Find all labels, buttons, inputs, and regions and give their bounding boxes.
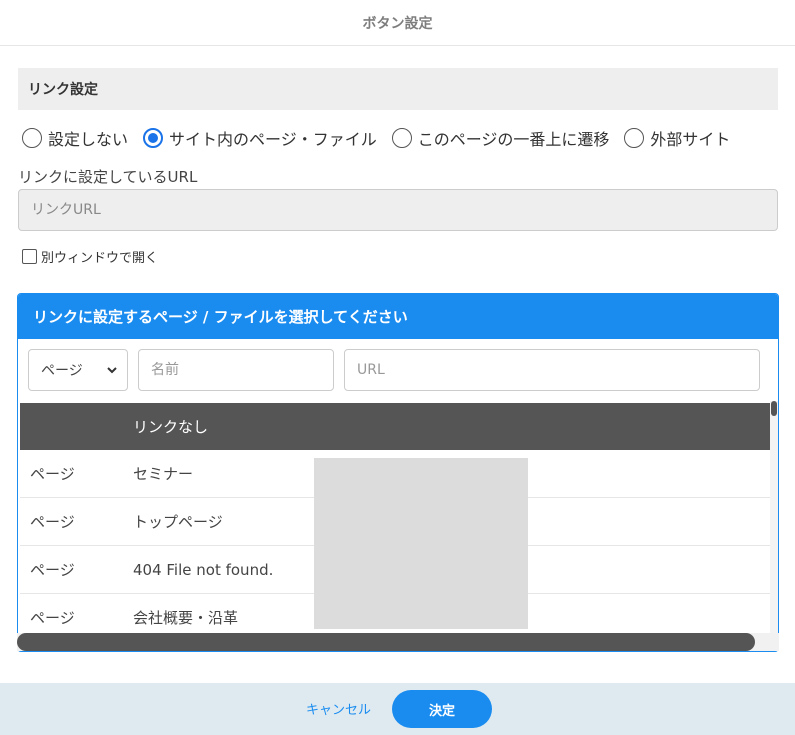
row-name: トップページ [133,513,223,531]
radio-no-link[interactable]: 設定しない [22,126,128,150]
row-name: 404 File not found. [133,560,274,579]
url-filter-input[interactable] [344,349,760,391]
picker-header: リンクに設定するページ / ファイルを選択してください [18,294,778,339]
link-url-field[interactable] [18,189,778,231]
radio-label[interactable]: このページの一番上に遷移 [418,126,610,150]
picker-filters: ページ [28,349,770,391]
dialog-title: ボタン設定 [362,15,433,32]
image-placeholder [314,458,528,629]
radio-external-site[interactable]: 外部サイト [624,126,730,150]
row-name: 会社概要・沿革 [133,609,239,627]
dialog-header: ボタン設定 [0,0,795,46]
section-title: リンク設定 [28,82,98,98]
new-window-option[interactable]: 別ウィンドウで開く [22,247,158,266]
picker-title: リンクに設定するページ / ファイルを選択してください [33,308,408,326]
name-filter-input[interactable] [138,349,334,391]
scrollbar-thumb[interactable] [771,401,777,416]
scrollbar-thumb[interactable] [17,633,755,651]
row-name: リンクなし [133,418,209,436]
new-window-label[interactable]: 別ウィンドウで開く [41,247,158,266]
radio-label[interactable]: サイト内のページ・ファイル [169,126,377,150]
radio-page-top[interactable]: このページの一番上に遷移 [391,126,610,150]
type-select-value[interactable]: ページ [41,360,83,380]
new-window-checkbox[interactable] [22,249,37,264]
radio-button[interactable] [391,128,412,148]
radio-button[interactable] [624,128,645,148]
row-type: ページ [30,513,75,531]
row-name: セミナー [133,465,194,483]
table-row-no-link[interactable]: リンクなし [20,403,771,450]
radio-selected-dot [148,133,159,143]
cancel-button[interactable]: キャンセル [306,699,371,718]
radio-label[interactable]: 外部サイト [650,126,730,150]
link-settings-section-bar: リンク設定 [18,68,778,110]
radio-label[interactable]: 設定しない [48,126,128,150]
row-type: ページ [30,561,75,579]
current-url-label: リンクに設定しているURL [18,168,198,186]
row-type: ページ [30,609,75,627]
chevron-down-icon [107,367,117,374]
row-type: ページ [30,465,75,483]
radio-site-page-file[interactable]: サイト内のページ・ファイル [143,126,377,150]
vertical-scrollbar[interactable] [770,401,778,633]
type-select[interactable]: ページ [28,349,128,391]
confirm-button[interactable]: 決定 [392,690,492,728]
horizontal-scrollbar[interactable] [17,633,779,651]
radio-button[interactable] [143,128,164,148]
radio-button[interactable] [22,128,42,148]
link-type-radio-group: 設定しない サイト内のページ・ファイル このページの一番上に遷移 外部サイト [22,126,745,150]
